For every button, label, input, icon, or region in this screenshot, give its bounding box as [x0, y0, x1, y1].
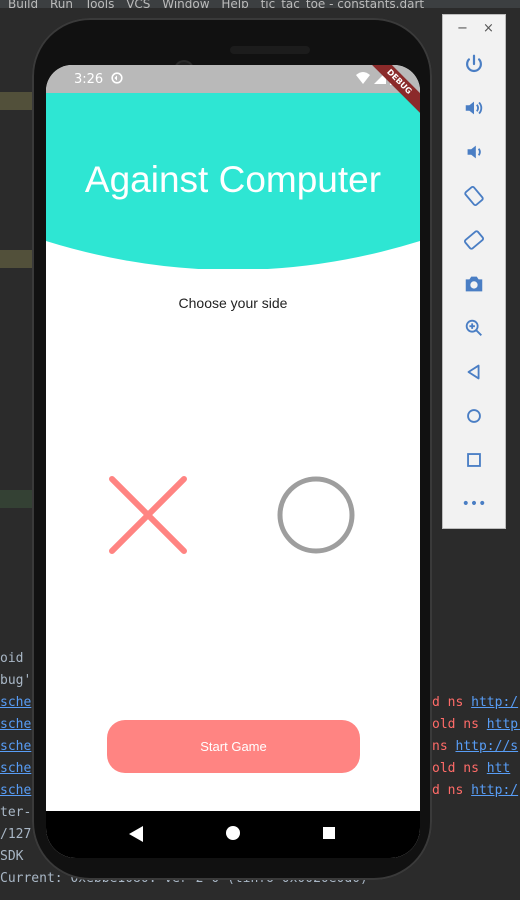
console-link[interactable]: http:/: [471, 695, 518, 710]
minimize-button[interactable]: −: [457, 21, 468, 36]
rotate-left-icon: [464, 185, 484, 207]
console-text: old ns: [432, 717, 487, 732]
console-line: SDK: [0, 849, 24, 864]
more-button[interactable]: •••: [459, 489, 489, 519]
ide-menu-window[interactable]: Window: [162, 0, 209, 8]
console-line: bug': [0, 673, 32, 688]
volume-up-icon: [465, 101, 483, 115]
console-link[interactable]: sche: [0, 758, 31, 780]
status-time: 3:26: [74, 72, 104, 87]
console-link[interactable]: sche: [0, 692, 31, 714]
console-link[interactable]: sche: [0, 736, 31, 758]
close-button[interactable]: ×: [483, 21, 494, 36]
console-link[interactable]: http://s: [455, 739, 518, 754]
android-nav-bar: [46, 811, 420, 858]
console-text: ns: [432, 739, 456, 754]
console-line-right: ns http://s: [432, 736, 518, 758]
emulator-window-controls: − ×: [443, 21, 505, 39]
volume-down-button[interactable]: [459, 137, 489, 167]
console-line: oid: [0, 651, 24, 666]
ide-menu-help[interactable]: Help: [221, 0, 248, 8]
console-line: ter-: [0, 805, 32, 820]
zoom-icon: [465, 319, 482, 336]
emulator-toolbar: − × •••: [442, 14, 506, 529]
console-line-right: old ns http:: [432, 714, 520, 736]
power-icon: [466, 54, 482, 72]
camera-icon: [465, 276, 483, 292]
console-link[interactable]: htt: [487, 761, 510, 776]
console-text: d ns: [432, 783, 472, 798]
console-line-right: d ns http:/: [432, 780, 518, 802]
emu-home-button[interactable]: [459, 401, 489, 431]
choose-side-label: Choose your side: [178, 295, 288, 311]
emu-overview-button[interactable]: [459, 445, 489, 475]
emu-back-button[interactable]: [459, 357, 489, 387]
circle-icon: [277, 476, 355, 554]
rotate-right-button[interactable]: [459, 225, 489, 255]
nav-back-icon[interactable]: [128, 825, 144, 843]
rotate-right-icon: [463, 230, 485, 250]
ide-menu-tools[interactable]: Tools: [85, 0, 115, 8]
overview-icon: [467, 453, 481, 467]
cross-icon: [109, 476, 187, 554]
wifi-icon: [356, 72, 370, 84]
nav-home-icon[interactable]: [226, 826, 240, 840]
ide-menu-vcs[interactable]: VCS: [126, 0, 150, 8]
zoom-button[interactable]: [459, 313, 489, 343]
rotate-left-button[interactable]: [459, 181, 489, 211]
status-bar: 3:26 DEBUG: [46, 65, 420, 119]
speaker-grille: [230, 46, 310, 54]
back-icon: [467, 364, 480, 380]
page-title: Against Computer: [84, 159, 382, 200]
console-line-right: old ns htt: [432, 758, 510, 780]
home-icon: [467, 409, 481, 423]
side-o-option[interactable]: [276, 475, 356, 555]
phone-screen: 3:26 DEBUG Against Computer Choose your …: [46, 65, 420, 858]
ide-menu-run[interactable]: Run: [50, 0, 73, 8]
volume-up-button[interactable]: [459, 93, 489, 123]
console-line: /127: [0, 827, 32, 842]
more-icon: •••: [461, 496, 487, 512]
ide-menubar: Build Run Tools VCS Window Help tic_tac_…: [0, 0, 520, 8]
console-link[interactable]: http:: [487, 717, 520, 732]
console-text: old ns: [432, 761, 487, 776]
ide-menu-build[interactable]: Build: [8, 0, 38, 8]
console-link[interactable]: sche: [0, 714, 31, 736]
screenshot-button[interactable]: [459, 269, 489, 299]
sync-icon: [111, 72, 123, 84]
side-x-option[interactable]: [108, 475, 188, 555]
volume-down-icon: [467, 145, 481, 159]
power-button[interactable]: [459, 49, 489, 79]
gutter-highlight: [0, 92, 34, 110]
console-link[interactable]: sche: [0, 780, 31, 802]
start-game-button[interactable]: Start Game: [107, 720, 360, 773]
gutter-highlight: [0, 490, 34, 508]
ide-file-title: tic_tac_toe - constants.dart: [260, 0, 425, 8]
console-text: d ns: [432, 695, 472, 710]
nav-recents-icon[interactable]: [323, 827, 335, 839]
console-line-right: d ns http:/: [432, 692, 518, 714]
console-link[interactable]: http:/: [471, 783, 518, 798]
gutter-highlight: [0, 250, 34, 268]
